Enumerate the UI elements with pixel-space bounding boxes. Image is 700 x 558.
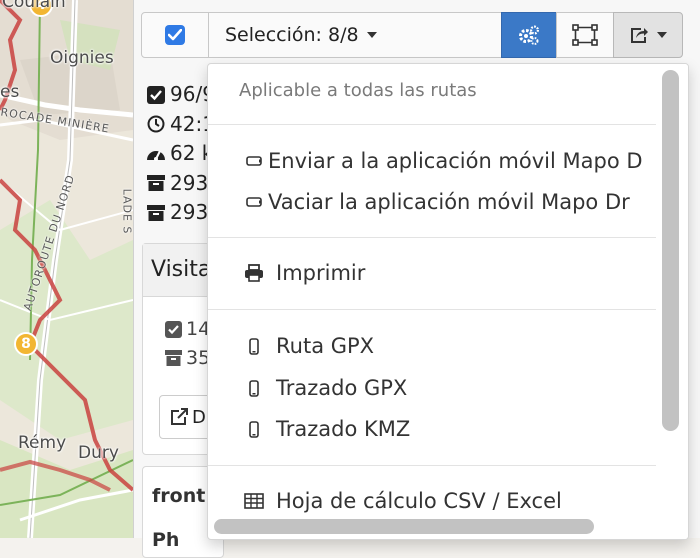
selection-label: Selección: 8/8 xyxy=(225,24,359,46)
menu-item-route-gpx[interactable]: Ruta GPX xyxy=(244,334,374,358)
stat-archive-1: 293 xyxy=(146,169,215,199)
selection-dropdown-button[interactable]: Selección: 8/8 xyxy=(208,12,502,58)
menu-item-csv-excel[interactable]: Hoja de cálculo CSV / Excel xyxy=(244,489,562,513)
vertical-scrollbar[interactable] xyxy=(662,70,679,431)
archive-icon xyxy=(165,350,182,366)
stat-archive-2: 293 xyxy=(146,198,215,228)
stat-archive-2-value: 293 xyxy=(170,200,209,224)
menu-item-track-gpx[interactable]: Trazado GPX xyxy=(244,376,407,400)
vector-nodes-icon xyxy=(572,24,598,46)
phone-landscape-icon xyxy=(244,197,264,207)
visit-line-1: 14 xyxy=(165,318,210,340)
menu-item-label: Trazado GPX xyxy=(276,376,408,400)
settings-button[interactable] xyxy=(501,12,557,58)
selection-toolbar: Selección: 8/8 xyxy=(141,12,683,58)
gears-icon xyxy=(519,25,540,45)
menu-item-track-kmz[interactable]: Trazado KMZ xyxy=(244,417,410,441)
front-card-subtitle: Ph xyxy=(152,529,180,551)
menu-item-label: Enviar a la aplicación móvil Mapo D xyxy=(268,149,643,173)
horizontal-scrollbar[interactable] xyxy=(214,519,594,534)
checkbox-checked-icon xyxy=(165,25,185,45)
map-view[interactable]: 4 Coulain Oignies es ROCADE MINIÈRE AUTO… xyxy=(0,0,133,538)
clock-icon xyxy=(146,114,166,134)
visit-line-2: 35 xyxy=(165,347,210,369)
road-label-lade: LADE S xyxy=(120,188,133,235)
menu-item-clear-mobile[interactable]: Vaciar la aplicación móvil Mapo Dr xyxy=(244,190,630,214)
stat-distance: 62 k xyxy=(146,139,215,169)
menu-item-label: Vaciar la aplicación móvil Mapo Dr xyxy=(268,190,630,214)
select-all-checkbox[interactable] xyxy=(141,12,209,58)
check-square-icon xyxy=(165,320,182,338)
visit-open-button-label: D xyxy=(192,406,206,428)
print-icon xyxy=(244,264,264,282)
archive-icon xyxy=(146,173,166,193)
share-export-icon xyxy=(631,28,648,43)
divider xyxy=(208,237,656,238)
divider xyxy=(208,309,656,310)
archive-icon xyxy=(146,203,166,223)
speedometer-icon xyxy=(146,144,166,164)
menu-item-send-mobile[interactable]: Enviar a la aplicación móvil Mapo D xyxy=(244,149,643,173)
mobile-icon xyxy=(244,420,264,438)
dropdown-header: Aplicable a todas las rutas xyxy=(239,80,477,101)
check-square-icon xyxy=(146,85,166,105)
route-stats: 96/9 42:1 62 k 293 293 xyxy=(146,80,215,228)
export-dropdown-menu: Aplicable a todas las rutas Enviar a la … xyxy=(207,63,689,540)
mobile-icon xyxy=(244,337,264,355)
mobile-icon xyxy=(244,379,264,397)
external-link-icon xyxy=(171,408,188,425)
menu-item-label: Ruta GPX xyxy=(276,334,375,358)
menu-item-print[interactable]: Imprimir xyxy=(244,261,365,285)
menu-item-label: Hoja de cálculo CSV / Excel xyxy=(276,489,562,513)
caret-down-icon xyxy=(366,32,377,38)
divider xyxy=(208,124,656,125)
phone-landscape-icon xyxy=(244,156,264,166)
caret-down-icon xyxy=(657,32,667,38)
place-label-coulain: Coulain xyxy=(2,0,66,12)
table-icon xyxy=(244,493,264,509)
route-marker-middle[interactable]: 8 xyxy=(14,332,38,356)
vector-nodes-button[interactable] xyxy=(556,12,614,58)
front-card-title: front xyxy=(152,485,206,507)
menu-item-label: Imprimir xyxy=(276,261,366,285)
place-label-es: es xyxy=(0,82,20,102)
export-dropdown-button[interactable] xyxy=(613,12,683,58)
stat-duration: 42:1 xyxy=(146,110,215,140)
stat-selected: 96/9 xyxy=(146,80,215,110)
place-label-oignies: Oignies xyxy=(50,48,114,68)
place-label-dury: Dury xyxy=(78,443,119,463)
menu-item-label: Trazado KMZ xyxy=(276,417,411,441)
stat-archive-1-value: 293 xyxy=(170,170,209,195)
place-label-remy: Rémy xyxy=(18,433,67,453)
divider xyxy=(208,465,656,466)
